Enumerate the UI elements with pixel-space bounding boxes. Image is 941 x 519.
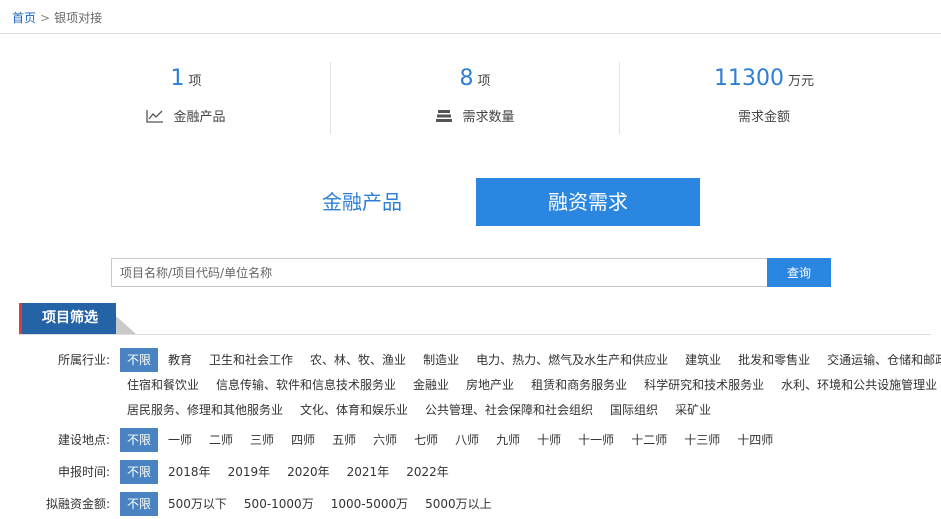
filter-option[interactable]: 房地产业 — [466, 373, 514, 397]
filter-option[interactable]: 科学研究和技术服务业 — [644, 373, 764, 397]
filter-option[interactable]: 电力、热力、燃气及水生产和供应业 — [476, 348, 668, 372]
filter-option[interactable]: 八师 — [455, 428, 479, 452]
filter-section-header: 项目筛选 — [19, 303, 931, 335]
filter-option[interactable]: 住宿和餐饮业 — [127, 373, 199, 397]
filter-option-line: 不限 500万以下 500-1000万 1000-5000万 5000万以上 — [120, 492, 935, 516]
filter-option[interactable]: 九师 — [496, 428, 520, 452]
filter-option[interactable]: 信息传输、软件和信息技术服务业 — [216, 373, 396, 397]
filter-option[interactable]: 采矿业 — [675, 398, 711, 422]
stack-icon — [436, 109, 453, 122]
filter-option[interactable]: 2019年 — [228, 460, 271, 484]
filter-options: 不限 教育 卫生和社会工作 农、林、牧、渔业 制造业 电力、热力、燃气及水生产和供应业 建筑… — [120, 348, 941, 423]
filter-option[interactable]: 租赁和商务服务业 — [531, 373, 627, 397]
tab-financing-demand[interactable]: 融资需求 — [476, 178, 700, 226]
filter-option[interactable]: 1000-5000万 — [331, 492, 408, 516]
filter-label: 拟融资金额: — [45, 497, 110, 511]
stat-label: 金融产品 — [173, 110, 226, 125]
stat-label: 需求金额 — [737, 110, 790, 125]
filter-options: 不限 一师 二师 三师 四师 五师 六师 七师 八师 九师 十师 十一师 十二师 十三师 十四师 — [120, 428, 935, 453]
filter-option[interactable]: 十二师 — [631, 428, 667, 452]
stat-demand-count: 8项 需求数量 — [330, 62, 619, 134]
search-input[interactable] — [111, 258, 767, 287]
filter-option[interactable]: 教育 — [168, 348, 192, 372]
filter-option[interactable]: 三师 — [250, 428, 274, 452]
filter-option[interactable]: 四师 — [291, 428, 315, 452]
section-divider — [19, 334, 931, 335]
filter-option[interactable]: 500万以下 — [168, 492, 227, 516]
search-button[interactable]: 查询 — [767, 258, 831, 287]
filter-option[interactable]: 2018年 — [168, 460, 211, 484]
filter-options: 不限 500万以下 500-1000万 1000-5000万 5000万以上 — [120, 492, 935, 517]
filter-option[interactable]: 交通运输、仓储和邮政业 — [827, 348, 941, 372]
filter-option[interactable]: 七师 — [414, 428, 438, 452]
breadcrumb-current: 银项对接 — [54, 11, 103, 25]
stats-panel: 1项 金融产品 8项 需求数量 11300 万元 需求金额 — [42, 62, 908, 134]
filter-option[interactable]: 水利、环境和公共设施管理业 — [781, 373, 937, 397]
stat-demand-amount: 11300 万元 需求金额 — [619, 62, 908, 134]
stat-value: 11300 — [713, 66, 784, 91]
stat-unit: 万元 — [787, 74, 814, 89]
stat-value: 8 — [459, 66, 474, 91]
filter-option[interactable]: 制造业 — [423, 348, 459, 372]
filter-option-line: 住宿和餐饮业 信息传输、软件和信息技术服务业 金融业 房地产业 租赁和商务服务业 科学研究… — [120, 373, 937, 397]
filter-option[interactable]: 十四师 — [737, 428, 773, 452]
filter-option[interactable]: 文化、体育和娱乐业 — [300, 398, 408, 422]
filter-option[interactable]: 国际组织 — [610, 398, 658, 422]
section-title-corner — [116, 316, 136, 334]
view-tabs: 金融产品 融资需求 — [0, 178, 941, 226]
filter-option-all[interactable]: 不限 — [120, 348, 159, 372]
filter-option-all[interactable]: 不限 — [120, 428, 159, 452]
filter-option[interactable]: 五师 — [332, 428, 356, 452]
stat-unit: 项 — [188, 74, 202, 89]
filter-option[interactable]: 500-1000万 — [244, 492, 314, 516]
filter-option[interactable]: 金融业 — [413, 373, 449, 397]
filter-option-all[interactable]: 不限 — [120, 460, 159, 484]
filter-option[interactable]: 六师 — [373, 428, 397, 452]
filter-option[interactable]: 卫生和社会工作 — [209, 348, 293, 372]
filter-option[interactable]: 公共管理、社会保障和社会组织 — [425, 398, 593, 422]
filter-label: 所属行业: — [57, 353, 110, 367]
breadcrumb-home-link[interactable]: 首页 — [12, 11, 36, 25]
stat-financial-products: 1项 金融产品 — [42, 62, 330, 134]
breadcrumb-separator: > — [40, 11, 51, 25]
stat-label: 需求数量 — [462, 110, 515, 125]
filter-option[interactable]: 农、林、牧、渔业 — [310, 348, 406, 372]
filter-options: 不限 2018年 2019年 2020年 2021年 2022年 — [120, 460, 935, 485]
filter-option-all[interactable]: 不限 — [120, 492, 159, 516]
filter-option-line: 不限 教育 卫生和社会工作 农、林、牧、渔业 制造业 电力、热力、燃气及水生产和供应业 建筑… — [120, 348, 941, 372]
header-divider — [0, 33, 941, 34]
filter-option[interactable]: 居民服务、修理和其他服务业 — [127, 398, 283, 422]
filter-option[interactable]: 2021年 — [347, 460, 390, 484]
filter-option[interactable]: 批发和零售业 — [738, 348, 810, 372]
filter-option[interactable]: 5000万以上 — [425, 492, 492, 516]
filter-label: 建设地点: — [57, 433, 110, 447]
search-bar: 查询 — [111, 258, 831, 287]
filter-option[interactable]: 十三师 — [684, 428, 720, 452]
section-title: 项目筛选 — [19, 303, 116, 334]
filter-option-line: 不限 一师 二师 三师 四师 五师 六师 七师 八师 九师 十师 十一师 十二师 十三师 十四师 — [120, 428, 935, 452]
filter-label: 申报时间: — [57, 465, 110, 479]
breadcrumb: 首页 > 银项对接 — [12, 9, 102, 26]
filter-option[interactable]: 建筑业 — [685, 348, 721, 372]
filter-option[interactable]: 二师 — [209, 428, 233, 452]
stat-unit: 项 — [477, 74, 491, 89]
filter-option[interactable]: 十一师 — [578, 428, 614, 452]
filter-option[interactable]: 十师 — [537, 428, 561, 452]
stat-value: 1 — [170, 66, 185, 91]
filter-option[interactable]: 2022年 — [406, 460, 449, 484]
filter-option[interactable]: 一师 — [168, 428, 192, 452]
filter-option[interactable]: 2020年 — [287, 460, 330, 484]
line-chart-icon — [146, 109, 164, 123]
filter-option-line: 不限 2018年 2019年 2020年 2021年 2022年 — [120, 460, 935, 484]
filter-option-line: 居民服务、修理和其他服务业 文化、体育和娱乐业 公共管理、社会保障和社会组织 国际组织… — [120, 398, 935, 422]
tab-financial-products[interactable]: 金融产品 — [287, 178, 437, 226]
